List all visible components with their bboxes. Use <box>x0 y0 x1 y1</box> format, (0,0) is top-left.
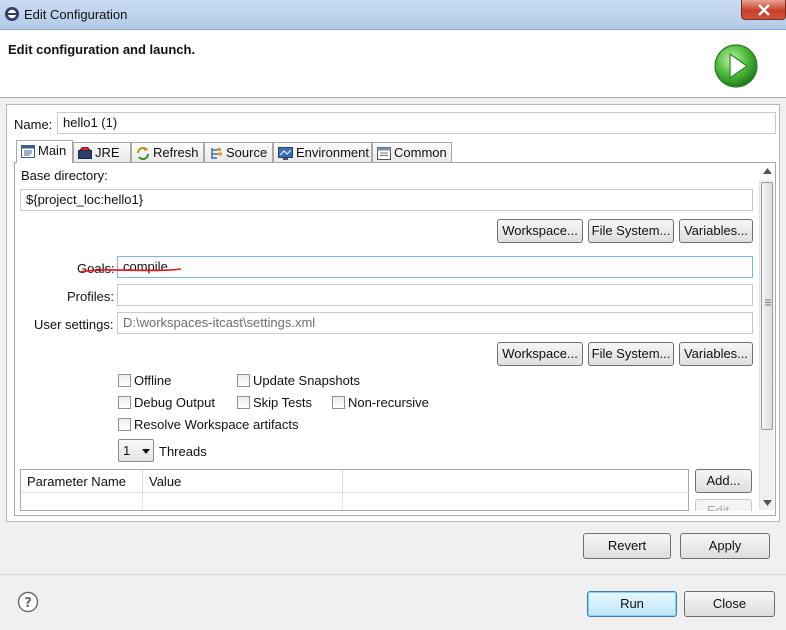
tab-refresh[interactable]: Refresh <box>131 142 204 162</box>
tab-environment-label: Environment <box>296 145 369 160</box>
offline-label: Offline <box>134 373 172 388</box>
table-column-divider <box>342 493 343 510</box>
user-settings-input[interactable]: D:\workspaces-itcast\settings.xml <box>117 312 753 334</box>
tab-jre[interactable]: JRE <box>73 142 131 162</box>
profiles-input[interactable] <box>117 284 753 306</box>
revert-button[interactable]: Revert <box>583 533 671 559</box>
refresh-icon <box>137 147 149 160</box>
settings-variables-button[interactable]: Variables... <box>679 342 753 366</box>
base-file-system-button[interactable]: File System... <box>588 219 674 243</box>
update-snapshots-label: Update Snapshots <box>253 373 360 388</box>
threads-label: Threads <box>159 444 207 459</box>
threads-value: 1 <box>123 443 131 458</box>
main-tab-panel <box>14 162 776 516</box>
table-header-value[interactable]: Value <box>143 470 343 493</box>
edit-parameter-button-clip: Edit... <box>695 499 752 511</box>
window-close-button[interactable] <box>741 0 786 20</box>
apply-button[interactable]: Apply <box>680 533 770 559</box>
settings-workspace-button[interactable]: Workspace... <box>497 342 583 366</box>
debug-output-checkbox[interactable] <box>118 396 131 409</box>
base-directory-label: Base directory: <box>21 168 108 183</box>
base-variables-button[interactable]: Variables... <box>679 219 753 243</box>
chevron-down-icon <box>142 449 150 454</box>
table-header-parameter-name[interactable]: Parameter Name <box>21 470 143 493</box>
parameter-table[interactable]: Parameter Name Value <box>20 469 689 511</box>
skip-tests-label: Skip Tests <box>253 395 313 410</box>
common-icon <box>377 147 391 160</box>
goals-input[interactable]: compile <box>117 256 753 278</box>
tab-refresh-label: Refresh <box>153 145 199 160</box>
dialog-header: Edit configuration and launch. <box>0 30 786 98</box>
scroll-down-icon[interactable] <box>763 500 772 506</box>
tab-common[interactable]: Common <box>372 142 452 162</box>
title-bar: Edit Configuration <box>0 0 786 30</box>
settings-file-system-button[interactable]: File System... <box>588 342 674 366</box>
tab-main-label: Main <box>38 143 67 158</box>
close-button[interactable]: Close <box>684 591 775 617</box>
scroll-up-icon[interactable] <box>763 168 772 174</box>
grip-icon <box>765 299 771 306</box>
window-title: Edit Configuration <box>24 7 128 22</box>
edit-parameter-button[interactable]: Edit... <box>695 499 752 511</box>
run-button[interactable]: Run <box>587 591 677 617</box>
jre-icon <box>78 146 92 159</box>
profiles-label: Profiles: <box>67 289 114 304</box>
update-snapshots-checkbox[interactable] <box>237 374 250 387</box>
name-label: Name: <box>14 117 53 132</box>
main-icon <box>21 145 35 158</box>
resolve-workspace-checkbox[interactable] <box>118 418 131 431</box>
environment-icon <box>278 147 293 160</box>
name-input[interactable]: hello1 (1) <box>57 112 776 134</box>
source-icon <box>211 148 222 159</box>
help-icon[interactable]: ? <box>17 591 39 613</box>
svg-text:?: ? <box>24 596 32 611</box>
add-parameter-button[interactable]: Add... <box>695 469 752 493</box>
offline-checkbox[interactable] <box>118 374 131 387</box>
footer-divider <box>0 574 786 575</box>
user-settings-label: User settings: <box>34 317 114 332</box>
resolve-workspace-label: Resolve Workspace artifacts <box>134 417 299 432</box>
tab-jre-label: JRE <box>95 145 120 160</box>
header-title: Edit configuration and launch. <box>8 42 196 57</box>
tab-main[interactable]: Main <box>16 140 73 163</box>
close-icon <box>758 4 770 16</box>
base-workspace-button[interactable]: Workspace... <box>497 219 583 243</box>
table-column-divider <box>142 493 143 510</box>
debug-output-label: Debug Output <box>134 395 215 410</box>
run-launch-icon <box>714 44 758 88</box>
tab-common-label: Common <box>394 145 447 160</box>
eclipse-app-icon <box>5 7 19 21</box>
tab-source[interactable]: Source <box>204 142 273 162</box>
red-underline-annotation <box>79 268 182 273</box>
skip-tests-checkbox[interactable] <box>237 396 250 409</box>
vertical-scrollbar[interactable] <box>759 168 774 510</box>
tab-environment[interactable]: Environment <box>273 142 372 162</box>
scrollbar-thumb[interactable] <box>761 182 773 430</box>
tab-source-label: Source <box>226 145 268 160</box>
non-recursive-checkbox[interactable] <box>332 396 345 409</box>
table-header-blank <box>343 470 688 493</box>
threads-select[interactable]: 1 <box>118 439 154 462</box>
non-recursive-label: Non-recursive <box>348 395 429 410</box>
base-directory-input[interactable]: ${project_loc:hello1} <box>20 189 753 211</box>
